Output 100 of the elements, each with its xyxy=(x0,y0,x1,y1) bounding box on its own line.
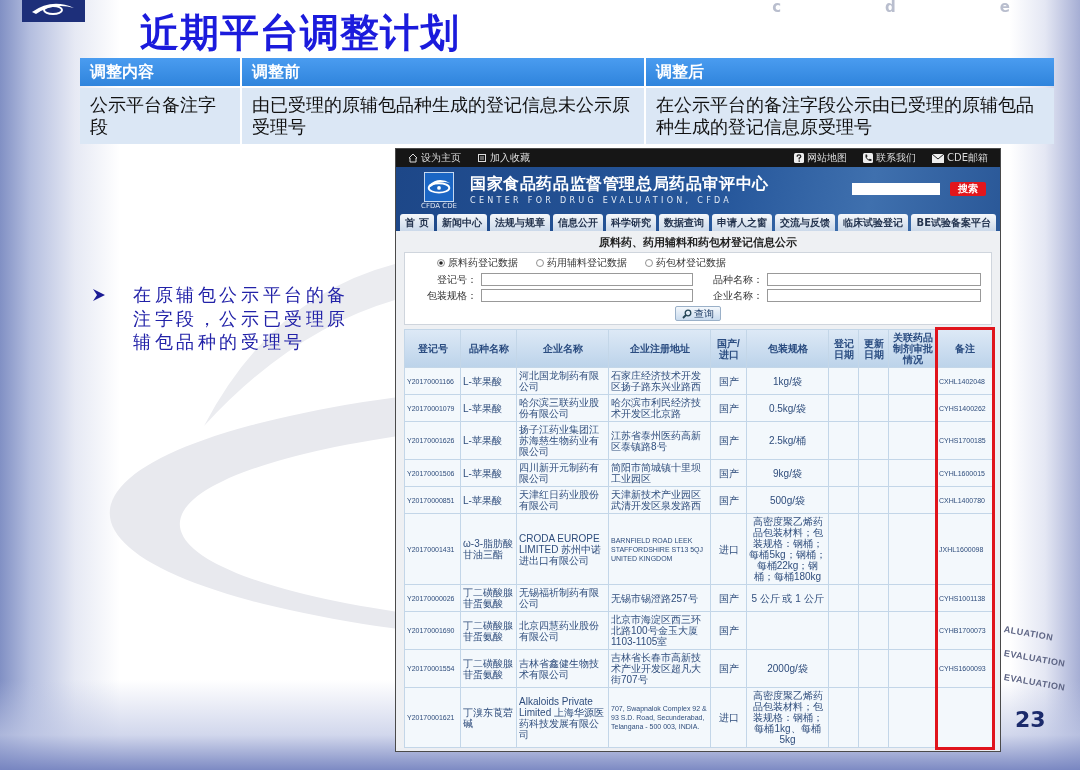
table-cell: 国产 xyxy=(711,487,747,514)
page-heading: 原料药、药用辅料和药包材登记信息公示 xyxy=(598,235,798,251)
input-field[interactable] xyxy=(767,289,981,302)
top-link[interactable]: 网站地图 xyxy=(794,152,847,164)
input-field[interactable] xyxy=(481,289,693,302)
field-label: 品种名称： xyxy=(712,273,763,286)
table-cell: 江苏省泰州医药高新区泰镇路8号 xyxy=(609,422,711,460)
column-header: 调整内容 xyxy=(80,58,240,86)
table-cell: 天津新技术产业园区武清开发区泉发路西 xyxy=(609,487,711,514)
table-cell: L-苹果酸 xyxy=(461,368,517,395)
nav-tab[interactable]: 首 页 xyxy=(400,214,434,231)
table-cell: 国产 xyxy=(711,650,747,688)
site-logo-icon xyxy=(424,172,454,202)
column-header: 更新日期 xyxy=(859,330,889,368)
bullet-arrow-icon xyxy=(93,289,105,301)
mail-icon xyxy=(932,153,944,163)
search-button[interactable]: 搜索 xyxy=(950,182,986,196)
table-cell xyxy=(829,514,859,585)
table-cell xyxy=(859,650,889,688)
table-cell: 0.5kg/袋 xyxy=(747,395,829,422)
table-cell xyxy=(829,650,859,688)
table-cell: 北京四慧药业股份有限公司 xyxy=(517,612,609,650)
table-cell: 国产 xyxy=(711,460,747,487)
table-cell: 国产 xyxy=(711,422,747,460)
table-cell: L-苹果酸 xyxy=(461,487,517,514)
table-cell: 简阳市简城镇十里坝工业园区 xyxy=(609,460,711,487)
decor-letter: d xyxy=(885,0,896,14)
radio-option[interactable]: 原料药登记数据 xyxy=(437,257,518,269)
page-icon xyxy=(477,153,487,163)
nav-tab[interactable]: 数据查询 xyxy=(659,214,710,231)
slide-title: 近期平台调整计划 xyxy=(140,10,460,56)
nav-tab[interactable]: 临床试验登记 xyxy=(838,214,909,231)
top-link[interactable]: CDE邮箱 xyxy=(932,152,988,164)
table-cell: 四川新开元制药有限公司 xyxy=(517,460,609,487)
table-cell xyxy=(859,514,889,585)
search-icon xyxy=(682,308,692,319)
table-cell: 丁溴东莨菪碱 xyxy=(461,688,517,748)
table-cell: L-苹果酸 xyxy=(461,460,517,487)
column-header: 调整前 xyxy=(242,58,644,86)
table-cell: 丁二磺酸腺苷蛋氨酸 xyxy=(461,612,517,650)
column-header: 企业注册地址 xyxy=(609,330,711,368)
nav-tab[interactable]: 交流与反馈 xyxy=(775,214,836,231)
table-cell: 由已受理的原辅包品种生成的登记信息未公示原受理号 xyxy=(242,88,644,144)
table-cell: 2000g/袋 xyxy=(747,650,829,688)
column-header: 国产/进口 xyxy=(711,330,747,368)
table-cell: 吉林省鑫健生物技术有限公司 xyxy=(517,650,609,688)
help-icon xyxy=(794,153,804,163)
top-link[interactable]: 联系我们 xyxy=(863,152,916,164)
table-cell: 哈尔滨市利民经济技术开发区北京路 xyxy=(609,395,711,422)
radio-option[interactable]: 药用辅料登记数据 xyxy=(536,257,627,269)
phone-icon xyxy=(863,153,873,163)
input-field[interactable] xyxy=(767,273,981,286)
table-cell xyxy=(859,395,889,422)
column-header: 包装规格 xyxy=(747,330,829,368)
table-cell xyxy=(829,422,859,460)
table-cell: 2.5kg/桶 xyxy=(747,422,829,460)
nav-tab[interactable]: 申请人之窗 xyxy=(712,214,773,231)
nav-tab[interactable]: 法规与规章 xyxy=(489,214,550,231)
table-cell: 国产 xyxy=(711,612,747,650)
table-cell: L-苹果酸 xyxy=(461,395,517,422)
table-cell xyxy=(859,368,889,395)
table-cell xyxy=(859,612,889,650)
logo-icon xyxy=(22,0,85,22)
nav-tab[interactable]: 信息公开 xyxy=(552,214,603,231)
table-cell: 高密度聚乙烯药品包装材料；包装规格：钢桶；每桶5kg；钢桶；每桶22kg；钢桶；每桶180kg xyxy=(747,514,829,585)
table-cell: Alkaloids Private Limited 上海华源医药科技发展有限公司 xyxy=(517,688,609,748)
table-cell: 公示平台备注字段 xyxy=(80,88,240,144)
table-cell: 石家庄经济技术开发区扬子路东兴业路西 xyxy=(609,368,711,395)
site-title: 国家食品药品监督管理总局药品审评中心 xyxy=(470,174,769,194)
top-link[interactable]: 加入收藏 xyxy=(477,152,530,164)
search-field[interactable] xyxy=(852,183,940,195)
table-cell: 在公示平台的备注字段公示由已受理的原辅包品种生成的登记信息原受理号 xyxy=(646,88,1054,144)
table-cell: 无锡福祈制药有限公司 xyxy=(517,585,609,612)
decor-text: ALUATION xyxy=(1003,624,1055,645)
field-label: 企业名称： xyxy=(712,289,763,302)
table-cell: 1kg/袋 xyxy=(747,368,829,395)
top-link[interactable]: 设为主页 xyxy=(408,152,461,164)
page-number: 23 xyxy=(1015,708,1046,732)
table-cell: 河北国龙制药有限公司 xyxy=(517,368,609,395)
table-cell: 国产 xyxy=(711,395,747,422)
table-cell: 国产 xyxy=(711,368,747,395)
decor-letter: c xyxy=(772,0,782,14)
query-button[interactable]: 查询 xyxy=(675,306,721,321)
nav-tab[interactable]: 新闻中心 xyxy=(436,214,487,231)
radio-option[interactable]: 药包材登记数据 xyxy=(645,257,726,269)
table-cell xyxy=(829,460,859,487)
table-cell: L-苹果酸 xyxy=(461,422,517,460)
table-cell xyxy=(829,612,859,650)
table-cell: 9kg/袋 xyxy=(747,460,829,487)
table-cell: 国产 xyxy=(711,585,747,612)
table-cell: CRODA EUROPE LIMITED 苏州中诺进出口有限公司 xyxy=(517,514,609,585)
table-cell: 500g/袋 xyxy=(747,487,829,514)
site-subtitle: CENTER FOR DRUG EVALUATION, CFDA xyxy=(470,196,734,206)
input-field[interactable] xyxy=(481,273,693,286)
table-cell: 北京市海淀区西三环北路100号金玉大厦1103-1105室 xyxy=(609,612,711,650)
column-header: 品种名称 xyxy=(461,330,517,368)
table-cell: 进口 xyxy=(711,514,747,585)
nav-tab[interactable]: BE试验备案平台 xyxy=(911,214,997,231)
column-header: 企业名称 xyxy=(517,330,609,368)
nav-tab[interactable]: 科学研究 xyxy=(605,214,657,231)
